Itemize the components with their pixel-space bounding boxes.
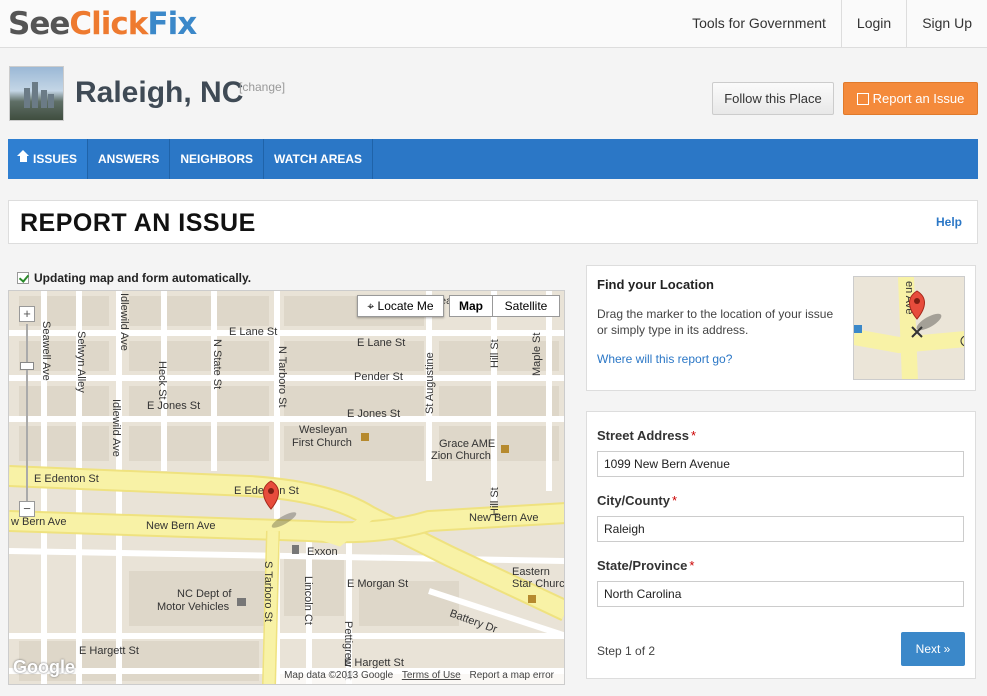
zoom-out-button[interactable]: − [19, 501, 35, 517]
home-icon [17, 150, 29, 164]
terms-of-use-link[interactable]: Terms of Use [402, 670, 461, 681]
help-link[interactable]: Help [936, 215, 962, 229]
svg-text:E Jones St: E Jones St [347, 408, 400, 420]
find-location-title: Find your Location [597, 277, 714, 292]
tab-neighbors[interactable]: NEIGHBORS [170, 139, 265, 179]
page-title: REPORT AN ISSUE [20, 209, 256, 237]
top-bar: SeeClickFix Tools for Government Login S… [0, 0, 987, 48]
map[interactable]: E Lane St E Lane St Pender St E Jones St… [8, 290, 565, 685]
svg-text:E Morgan St: E Morgan St [347, 578, 408, 590]
svg-text:Heck St: Heck St [156, 361, 168, 400]
svg-text:NC Dept of: NC Dept of [177, 588, 232, 600]
svg-text:St Augustine: St Augustine [424, 352, 436, 414]
svg-text:E Hargett St: E Hargett St [79, 645, 139, 657]
place-thumbnail [9, 66, 64, 121]
svg-text:N State St: N State St [211, 339, 223, 389]
tab-issues-label: ISSUES [33, 152, 78, 166]
svg-text:Maple St: Maple St [531, 333, 543, 376]
street-address-label: Street Address * [597, 428, 697, 443]
tab-issues[interactable]: ISSUES [8, 139, 89, 179]
svg-text:Idlewild Ave: Idlewild Ave [118, 293, 130, 351]
report-map-error-link[interactable]: Report a map error [470, 670, 554, 681]
city-county-label: City/County * [597, 493, 678, 508]
svg-text:Wesleyan: Wesleyan [299, 424, 347, 436]
city-county-field[interactable]: Raleigh [597, 516, 964, 542]
auto-update-label: Updating map and form automatically. [34, 271, 252, 285]
map-data-credit: Map data ©2013 Google [284, 670, 394, 681]
map-canvas[interactable]: E Lane St E Lane St Pender St E Jones St… [9, 291, 565, 685]
signup-link[interactable]: Sign Up [906, 0, 987, 47]
crosshair-icon: ⌖ [367, 299, 378, 313]
state-province-field[interactable]: North Carolina [597, 581, 964, 607]
logo-see: See [8, 6, 70, 42]
svg-text:N Tarboro St: N Tarboro St [276, 346, 288, 408]
map-type-satellite-button[interactable]: Satellite [492, 295, 560, 317]
map-attribution: Map data ©2013 Google Terms of Use Repor… [280, 668, 564, 684]
top-nav: Tools for Government Login Sign Up [677, 0, 987, 47]
svg-text:Hill St: Hill St [489, 339, 501, 368]
google-logo[interactable]: Google [13, 657, 75, 678]
svg-text:Star Church: Star Church [512, 578, 565, 590]
tab-answers[interactable]: ANSWERS [88, 139, 171, 179]
zoom-control: + − [19, 306, 35, 517]
svg-text:E Jones St: E Jones St [147, 400, 200, 412]
map-type-map-button[interactable]: Map [449, 295, 493, 317]
find-location-panel: Find your Location Drag the marker to th… [586, 265, 976, 391]
tab-watch-areas[interactable]: WATCH AREAS [264, 139, 374, 179]
report-issue-button[interactable]: Report an Issue [843, 82, 978, 115]
tools-for-government-link[interactable]: Tools for Government [677, 0, 841, 47]
svg-text:Seawell Ave: Seawell Ave [40, 321, 52, 381]
place-name: Raleigh, NC [75, 76, 244, 109]
svg-text:Hill St: Hill St [489, 487, 501, 516]
svg-text:Lincoln Ct: Lincoln Ct [302, 576, 314, 625]
svg-text:New Bern Ave: New Bern Ave [146, 520, 216, 532]
svg-text:Selwyn Alley: Selwyn Alley [75, 331, 87, 393]
page-title-bar: REPORT AN ISSUE Help [8, 200, 978, 244]
zoom-in-button[interactable]: + [19, 306, 35, 322]
svg-text:Grace AME: Grace AME [439, 438, 495, 450]
location-hint-image: en Ave [853, 276, 965, 380]
step-indicator: Step 1 of 2 [597, 644, 656, 658]
svg-text:S Tarboro St: S Tarboro St [262, 561, 274, 622]
svg-text:E Lane St: E Lane St [229, 326, 277, 338]
zoom-slider-track[interactable] [26, 324, 28, 504]
main-nav: ISSUES ANSWERS NEIGHBORS WATCH AREAS [8, 139, 978, 179]
svg-text:Eastern: Eastern [512, 566, 550, 578]
svg-text:Motor Vehicles: Motor Vehicles [157, 601, 230, 613]
next-button[interactable]: Next » [901, 632, 965, 666]
login-link[interactable]: Login [840, 0, 906, 47]
change-place-link[interactable]: [change] [239, 80, 285, 94]
svg-text:E Edenton St: E Edenton St [34, 473, 99, 485]
svg-text:Idlewild Ave: Idlewild Ave [110, 399, 122, 457]
auto-update-option: Updating map and form automatically. [17, 271, 251, 285]
state-province-label: State/Province * [597, 558, 695, 573]
seeclickfix-logo[interactable]: SeeClickFix [8, 6, 197, 42]
svg-text:First Church: First Church [292, 437, 352, 449]
locate-me-label: Locate Me [377, 299, 434, 313]
svg-text:Pender St: Pender St [354, 371, 403, 383]
address-form: Street Address * 1099 New Bern Avenue Cit… [586, 411, 976, 679]
follow-place-button[interactable]: Follow this Place [712, 82, 834, 115]
where-report-go-link[interactable]: Where will this report go? [597, 352, 732, 366]
logo-fix: Fix [147, 6, 197, 42]
report-issue-label: Report an Issue [872, 91, 965, 106]
zoom-slider-knob[interactable] [20, 362, 34, 370]
auto-update-checkbox[interactable] [17, 272, 29, 284]
street-address-field[interactable]: 1099 New Bern Avenue [597, 451, 964, 477]
svg-text:Exxon: Exxon [307, 546, 338, 558]
locate-me-button[interactable]: ⌖ Locate Me [357, 295, 444, 317]
find-location-text: Drag the marker to the location of your … [597, 307, 834, 337]
svg-text:E Lane St: E Lane St [357, 337, 405, 349]
svg-text:New Bern Ave: New Bern Ave [469, 512, 539, 524]
edit-icon [856, 93, 869, 105]
svg-text:Zion Church: Zion Church [431, 450, 491, 462]
logo-click: Click [69, 6, 148, 42]
svg-text:w Bern Ave: w Bern Ave [10, 516, 66, 528]
